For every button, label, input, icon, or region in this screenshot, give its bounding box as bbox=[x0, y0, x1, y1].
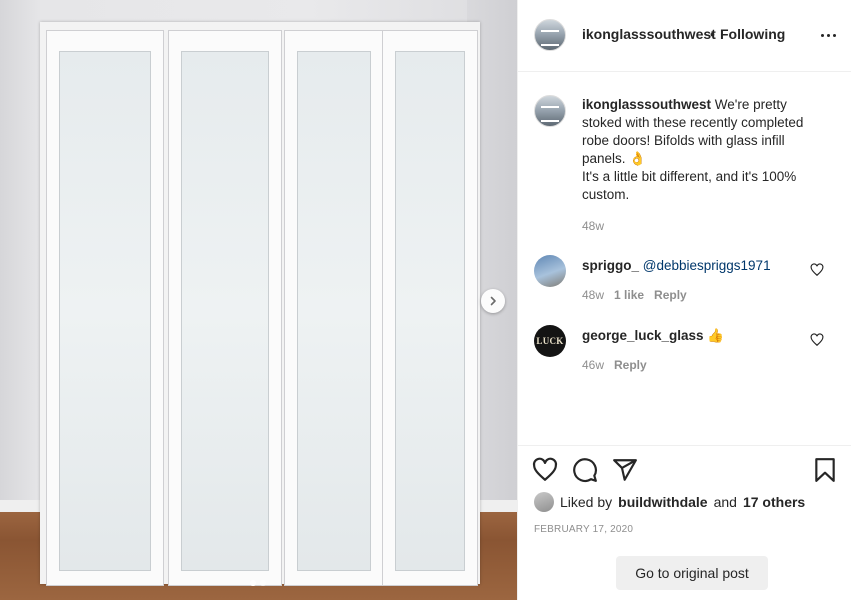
caption-time[interactable]: 48w bbox=[582, 219, 604, 233]
bookmark-icon[interactable] bbox=[812, 457, 838, 483]
likes-summary: Liked by buildwithdale and 17 others bbox=[534, 492, 805, 512]
comment-mention[interactable]: @debbiespriggs1971 bbox=[643, 258, 771, 273]
comments-section: ikonglasssouthwest We're pretty stoked w… bbox=[518, 73, 851, 445]
comment-meta: 48w 1 like Reply bbox=[582, 288, 687, 302]
header-separator: • bbox=[710, 26, 715, 42]
heart-icon[interactable] bbox=[810, 263, 824, 277]
caption-username[interactable]: ikonglasssouthwest bbox=[582, 97, 711, 112]
comment-icon[interactable] bbox=[572, 457, 598, 483]
likes-conjunction: and bbox=[713, 494, 737, 510]
door-panel bbox=[382, 30, 478, 586]
comment-time[interactable]: 48w bbox=[582, 288, 604, 302]
likes-others-link[interactable]: 17 others bbox=[743, 494, 805, 510]
author-avatar[interactable] bbox=[534, 19, 566, 51]
door-panel bbox=[284, 30, 384, 586]
post-header: ikonglasssouthwest • Following bbox=[518, 0, 851, 72]
caption: ikonglasssouthwest We're pretty stoked w… bbox=[582, 96, 822, 204]
likes-prefix: Liked by bbox=[560, 494, 613, 510]
caption-avatar[interactable] bbox=[534, 95, 566, 127]
comment: george_luck_glass 👍 bbox=[582, 327, 822, 345]
go-to-original-post-button[interactable]: Go to original post bbox=[616, 556, 768, 590]
reply-button[interactable]: Reply bbox=[614, 358, 647, 372]
caption-meta: 48w bbox=[582, 219, 604, 233]
post-panel: ikonglasssouthwest • Following ikonglass… bbox=[517, 0, 851, 600]
next-slide-button[interactable] bbox=[481, 289, 505, 313]
caption-text-2: It's a little bit different, and it's 10… bbox=[582, 169, 797, 202]
door-panel bbox=[168, 30, 282, 586]
comment-text: 👍 bbox=[707, 328, 725, 343]
comment-time[interactable]: 46w bbox=[582, 358, 604, 372]
liker-avatar[interactable] bbox=[534, 492, 554, 512]
reply-button[interactable]: Reply bbox=[654, 288, 687, 302]
author-username[interactable]: ikonglasssouthwest bbox=[582, 26, 716, 42]
more-options-button[interactable] bbox=[818, 27, 838, 43]
chevron-right-icon bbox=[490, 296, 496, 306]
liker-username[interactable]: buildwithdale bbox=[618, 494, 707, 510]
comment-likes[interactable]: 1 like bbox=[614, 288, 644, 302]
heart-icon[interactable] bbox=[810, 333, 824, 347]
more-icon bbox=[820, 33, 824, 37]
post-actions: Liked by buildwithdale and 17 others FEB… bbox=[518, 445, 851, 600]
carousel-dot bbox=[250, 580, 256, 586]
comment-username[interactable]: george_luck_glass bbox=[582, 328, 704, 343]
commenter-avatar[interactable]: LUCK bbox=[534, 325, 566, 357]
carousel-dot bbox=[260, 580, 266, 586]
comment-meta: 46w Reply bbox=[582, 358, 647, 372]
commenter-avatar[interactable] bbox=[534, 255, 566, 287]
carousel-indicator bbox=[250, 580, 266, 586]
heart-icon[interactable] bbox=[532, 457, 558, 483]
following-button[interactable]: Following bbox=[720, 26, 785, 42]
share-icon[interactable] bbox=[612, 457, 638, 483]
comment: spriggo_ @debbiespriggs1971 bbox=[582, 257, 822, 275]
comment-username[interactable]: spriggo_ bbox=[582, 258, 639, 273]
post-photo[interactable] bbox=[0, 0, 517, 600]
post-date[interactable]: FEBRUARY 17, 2020 bbox=[534, 524, 633, 535]
door-panel bbox=[46, 30, 164, 586]
